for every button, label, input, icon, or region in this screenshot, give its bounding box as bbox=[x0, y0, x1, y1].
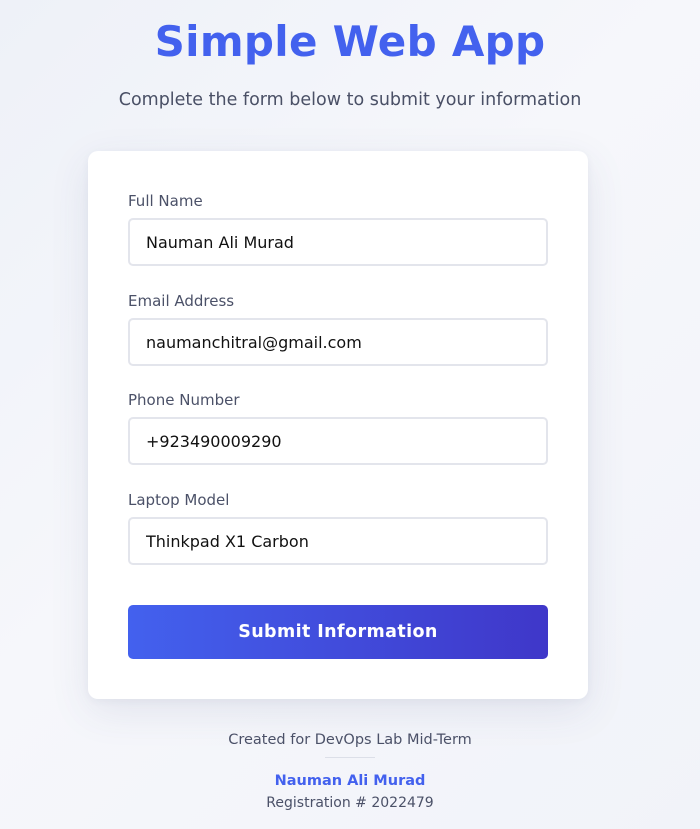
laptop-model-field-group: Laptop Model bbox=[128, 490, 548, 565]
laptop-model-label: Laptop Model bbox=[128, 491, 230, 509]
footer-note: Created for DevOps Lab Mid-Term bbox=[228, 732, 472, 748]
footer-divider bbox=[325, 757, 375, 758]
phone-field-group: Phone Number bbox=[128, 390, 548, 465]
page-title: Simple Web App bbox=[154, 17, 546, 66]
full-name-field-group: Full Name bbox=[128, 191, 548, 266]
email-input[interactable] bbox=[128, 318, 548, 366]
page-subtitle: Complete the form below to submit your i… bbox=[118, 90, 582, 110]
email-field-group: Email Address bbox=[128, 291, 548, 366]
info-form-card: Full Name Email Address Phone Number Lap… bbox=[88, 151, 588, 699]
submit-button[interactable]: Submit Information bbox=[128, 605, 548, 659]
full-name-label: Full Name bbox=[128, 192, 203, 210]
phone-input[interactable] bbox=[128, 417, 548, 465]
footer-author-name: Nauman Ali Murad bbox=[274, 773, 426, 789]
laptop-model-input[interactable] bbox=[128, 517, 548, 565]
email-label: Email Address bbox=[128, 292, 235, 310]
full-name-input[interactable] bbox=[128, 218, 548, 266]
footer: Created for DevOps Lab Mid-Term Nauman A… bbox=[0, 729, 700, 815]
footer-registration: Registration # 2022479 bbox=[266, 795, 434, 811]
phone-label: Phone Number bbox=[128, 391, 240, 409]
